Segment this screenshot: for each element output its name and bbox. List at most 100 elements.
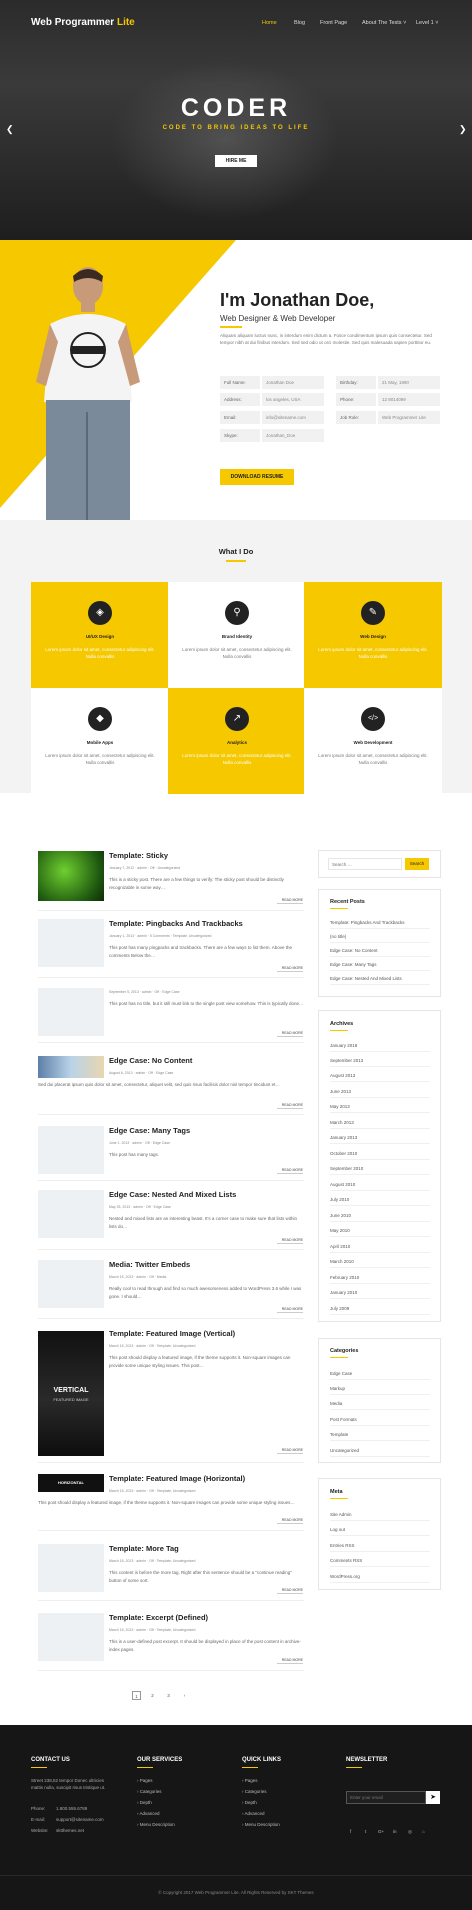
next-page[interactable]: › — [180, 1691, 189, 1700]
post-title[interactable]: Template: Featured Image (Horizontal) — [109, 1474, 245, 1483]
post-title[interactable]: Template: Sticky — [109, 851, 168, 860]
category-link[interactable]: Edge Case — [330, 1371, 430, 1380]
twitter-icon[interactable]: t — [365, 1829, 366, 1834]
send-icon[interactable]: ➤ — [426, 1791, 440, 1804]
archive-link[interactable]: August 2013 — [330, 1073, 430, 1082]
meta-link[interactable]: WordPress.org — [330, 1574, 430, 1583]
archive-link[interactable]: March 2013 — [330, 1120, 430, 1129]
footer-service-link[interactable]: › Categories — [137, 1789, 162, 1794]
meta-link[interactable]: Log out — [330, 1527, 430, 1536]
read-more-link[interactable]: READ MORE — [277, 966, 303, 972]
archive-link[interactable]: July 2009 — [330, 1306, 430, 1315]
post-thumbnail[interactable] — [38, 1126, 104, 1174]
post-thumbnail[interactable] — [38, 1190, 104, 1238]
archive-link[interactable]: June 2010 — [330, 1213, 430, 1222]
footer-service-link[interactable]: › Menu Description — [137, 1822, 175, 1827]
archive-link[interactable]: October 2010 — [330, 1151, 430, 1160]
hire-me-button[interactable]: HIRE ME — [215, 155, 257, 167]
recent-post-link[interactable]: (no title) — [330, 934, 430, 943]
read-more-link[interactable]: READ MORE — [277, 1103, 303, 1109]
linkedin-icon[interactable]: in — [393, 1829, 397, 1834]
contact-email[interactable]: support@sitename.com — [56, 1816, 104, 1823]
archive-link[interactable]: September 2010 — [330, 1166, 430, 1175]
footer-quick-link[interactable]: › Advanced — [242, 1811, 265, 1816]
post-title[interactable]: Edge Case: Nested And Mixed Lists — [109, 1190, 236, 1199]
post-title[interactable]: Template: Pingbacks And Trackbacks — [109, 919, 243, 928]
footer-quick-link[interactable]: › Menu Description — [242, 1822, 280, 1827]
chevron-left-icon[interactable]: ❮ — [6, 124, 14, 135]
archive-link[interactable]: January 2010 — [330, 1290, 430, 1299]
archive-link[interactable]: May 2010 — [330, 1228, 430, 1237]
read-more-link[interactable]: READ MORE — [277, 1588, 303, 1594]
post-thumbnail-horizontal[interactable]: HORIZONTAL — [38, 1474, 104, 1492]
post-thumbnail-vertical[interactable]: VERTICAL FEATURED IMAGE — [38, 1331, 104, 1456]
contact-website[interactable]: sktthemes.net — [56, 1827, 84, 1834]
instagram-icon[interactable]: ◎ — [408, 1829, 412, 1835]
archive-link[interactable]: February 2010 — [330, 1275, 430, 1284]
post-thumbnail[interactable] — [38, 988, 104, 1036]
meta-link[interactable]: Comments RSS — [330, 1558, 430, 1567]
post-title[interactable]: Template: Excerpt (Defined) — [109, 1613, 208, 1622]
page-1[interactable]: 1 — [132, 1691, 141, 1700]
post-thumbnail[interactable] — [38, 919, 104, 967]
nav-level-1[interactable]: Level 1 ˅ — [416, 20, 438, 26]
archive-link[interactable]: March 2010 — [330, 1259, 430, 1268]
service-tile[interactable]: ✎ Web Design Lorem ipsum dolor sit amet,… — [304, 582, 442, 688]
footer-service-link[interactable]: › Advanced — [137, 1811, 160, 1816]
footer-quick-link[interactable]: › Pages — [242, 1778, 258, 1783]
service-tile[interactable]: ◈ UI/UX Design Lorem ipsum dolor sit ame… — [31, 582, 169, 688]
search-button[interactable]: Search — [405, 858, 429, 870]
footer-quick-link[interactable]: › Categories — [242, 1789, 267, 1794]
archive-link[interactable]: January 2013 — [330, 1135, 430, 1144]
service-tile[interactable]: ↗ Analytics Lorem ipsum dolor sit amet, … — [168, 688, 306, 794]
recent-post-link[interactable]: Template: Pingbacks And Trackbacks — [330, 920, 430, 929]
recent-post-link[interactable]: Edge Case: No Content — [330, 948, 430, 957]
read-more-link[interactable]: READ MORE — [277, 1658, 303, 1664]
read-more-link[interactable]: READ MORE — [277, 1307, 303, 1313]
category-link[interactable]: Media — [330, 1401, 430, 1410]
category-link[interactable]: Markup — [330, 1386, 430, 1395]
read-more-link[interactable]: READ MORE — [277, 1238, 303, 1244]
google-plus-icon[interactable]: G+ — [378, 1829, 384, 1834]
post-thumbnail[interactable] — [38, 851, 104, 901]
post-title[interactable]: Edge Case: Many Tags — [109, 1126, 190, 1135]
service-tile[interactable]: </> Web Development Lorem ipsum dolor si… — [304, 688, 442, 794]
search-input[interactable] — [328, 858, 402, 870]
read-more-link[interactable]: READ MORE — [277, 898, 303, 904]
read-more-link[interactable]: READ MORE — [277, 1518, 303, 1524]
nav-about-tests[interactable]: About The Tests ˅ — [362, 20, 406, 26]
category-link[interactable]: Post Formats — [330, 1417, 430, 1426]
footer-service-link[interactable]: › Pages — [137, 1778, 153, 1783]
archive-link[interactable]: September 2013 — [330, 1058, 430, 1067]
post-thumbnail[interactable] — [38, 1613, 104, 1661]
chevron-right-icon[interactable]: ❯ — [459, 124, 467, 135]
post-title[interactable]: Template: Featured Image (Vertical) — [109, 1329, 235, 1338]
meta-link[interactable]: Entries RSS — [330, 1543, 430, 1552]
page-2[interactable]: 2 — [148, 1691, 157, 1700]
facebook-icon[interactable]: f — [350, 1829, 351, 1834]
archive-link[interactable]: May 2013 — [330, 1104, 430, 1113]
archive-link[interactable]: January 2018 — [330, 1043, 430, 1052]
footer-service-link[interactable]: › Depth — [137, 1800, 152, 1805]
category-link[interactable]: Template — [330, 1432, 430, 1441]
nav-blog[interactable]: Blog — [294, 20, 305, 26]
home-icon[interactable]: ⌂ — [422, 1829, 425, 1834]
post-thumbnail[interactable] — [38, 1056, 104, 1078]
archive-link[interactable]: June 2013 — [330, 1089, 430, 1098]
service-tile[interactable]: ⚲ Brand Identity Lorem ipsum dolor sit a… — [168, 582, 306, 688]
newsletter-email-input[interactable] — [346, 1791, 426, 1804]
post-thumbnail[interactable] — [38, 1544, 104, 1592]
nav-front-page[interactable]: Front Page — [320, 20, 347, 26]
post-thumbnail[interactable] — [38, 1260, 104, 1308]
nav-home[interactable]: Home — [262, 20, 277, 26]
post-title[interactable]: Template: More Tag — [109, 1544, 179, 1553]
page-3[interactable]: 3 — [164, 1691, 173, 1700]
archive-link[interactable]: July 2010 — [330, 1197, 430, 1206]
read-more-link[interactable]: READ MORE — [277, 1168, 303, 1174]
recent-post-link[interactable]: Edge Case: Many Tags — [330, 962, 430, 971]
post-title[interactable]: Edge Case: No Content — [109, 1056, 192, 1065]
download-resume-button[interactable]: DOWNLOAD RESUME — [220, 469, 294, 485]
read-more-link[interactable]: READ MORE — [277, 1448, 303, 1454]
post-title[interactable]: Media: Twitter Embeds — [109, 1260, 190, 1269]
footer-quick-link[interactable]: › Depth — [242, 1800, 257, 1805]
